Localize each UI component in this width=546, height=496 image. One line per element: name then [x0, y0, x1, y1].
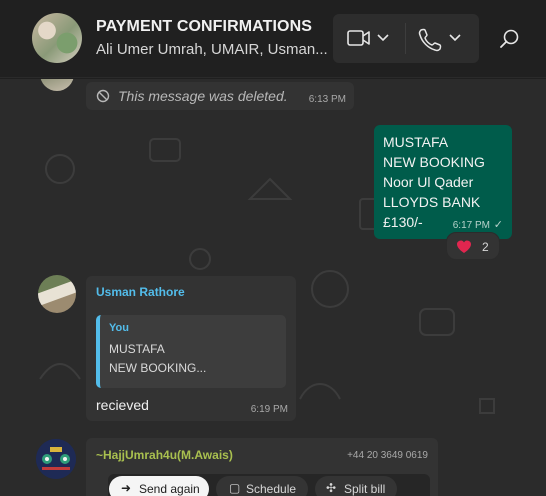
message-line: MUSTAFA: [383, 134, 449, 150]
avatar[interactable]: [36, 439, 76, 479]
message-line: NEW BOOKING: [383, 154, 485, 170]
deleted-message-bubble[interactable]: This message was deleted. 6:13 PM: [86, 82, 354, 110]
message-line: £130/-: [383, 214, 423, 230]
video-call-button[interactable]: [333, 14, 405, 63]
button-label: Split bill: [344, 482, 386, 496]
button-label: Schedule: [246, 482, 297, 496]
outgoing-message-bubble[interactable]: MUSTAFA NEW BOOKING Noor Ul Qader LLOYDS…: [374, 125, 512, 239]
video-camera-icon: [347, 30, 389, 46]
incoming-message-bubble[interactable]: ~HajjUmrah4u(M.Awais) +44 20 3649 0619 ➜…: [86, 438, 438, 496]
incoming-message-bubble[interactable]: Usman Rathore You MUSTAFA NEW BOOKING...…: [86, 276, 296, 421]
message-line: LLOYDS BANK: [383, 194, 481, 210]
sender-name[interactable]: Usman Rathore: [96, 285, 185, 299]
avatar[interactable]: [38, 275, 76, 313]
send-arrow-icon: ➜: [121, 481, 132, 495]
sender-name[interactable]: ~HajjUmrah4u(M.Awais): [96, 448, 233, 462]
quoted-message[interactable]: You MUSTAFA NEW BOOKING...: [96, 315, 286, 388]
quote-author: You: [109, 322, 129, 334]
send-again-button[interactable]: ➜ Send again: [109, 476, 209, 496]
split-icon: ✣: [326, 481, 337, 495]
schedule-button[interactable]: ▢ Schedule: [216, 476, 308, 496]
message-list[interactable]: This message was deleted. 6:13 PM MUSTAF…: [0, 79, 546, 496]
heart-icon: [457, 240, 471, 253]
message-time: 6:13 PM: [308, 94, 346, 105]
message-time: 6:17 PM: [452, 220, 490, 231]
message-text: recieved: [96, 397, 149, 413]
sender-phone: +44 20 3649 0619: [347, 450, 428, 461]
phone-icon: [418, 28, 461, 52]
sent-tick-icon: ✓: [493, 219, 503, 231]
avatar-image: [36, 439, 76, 479]
voice-call-button[interactable]: [406, 14, 479, 63]
reaction-count: 2: [482, 240, 489, 254]
chat-header: PAYMENT CONFIRMATIONS Ali Umer Umrah, UM…: [0, 0, 546, 78]
deleted-message-text: This message was deleted.: [118, 88, 288, 104]
blocked-icon: [96, 89, 110, 103]
calendar-icon: ▢: [229, 481, 241, 495]
group-avatar[interactable]: [32, 13, 82, 63]
split-bill-button[interactable]: ✣ Split bill: [315, 476, 397, 496]
message-time: 6:19 PM: [250, 404, 288, 415]
call-controls: [333, 14, 479, 63]
quote-text: NEW BOOKING...: [109, 361, 207, 375]
group-members[interactable]: Ali Umer Umrah, UMAIR, Usman...: [96, 41, 328, 58]
search-button[interactable]: [494, 24, 524, 54]
message-line: Noor Ul Qader: [383, 174, 474, 190]
button-label: Send again: [139, 482, 200, 496]
payment-card: ➜ Send again ▢ Schedule ✣ Split bill: [108, 474, 430, 496]
search-icon: [500, 29, 519, 48]
reaction-pill[interactable]: 2: [446, 232, 500, 260]
group-title[interactable]: PAYMENT CONFIRMATIONS: [96, 18, 312, 36]
quote-text: MUSTAFA: [109, 342, 165, 356]
